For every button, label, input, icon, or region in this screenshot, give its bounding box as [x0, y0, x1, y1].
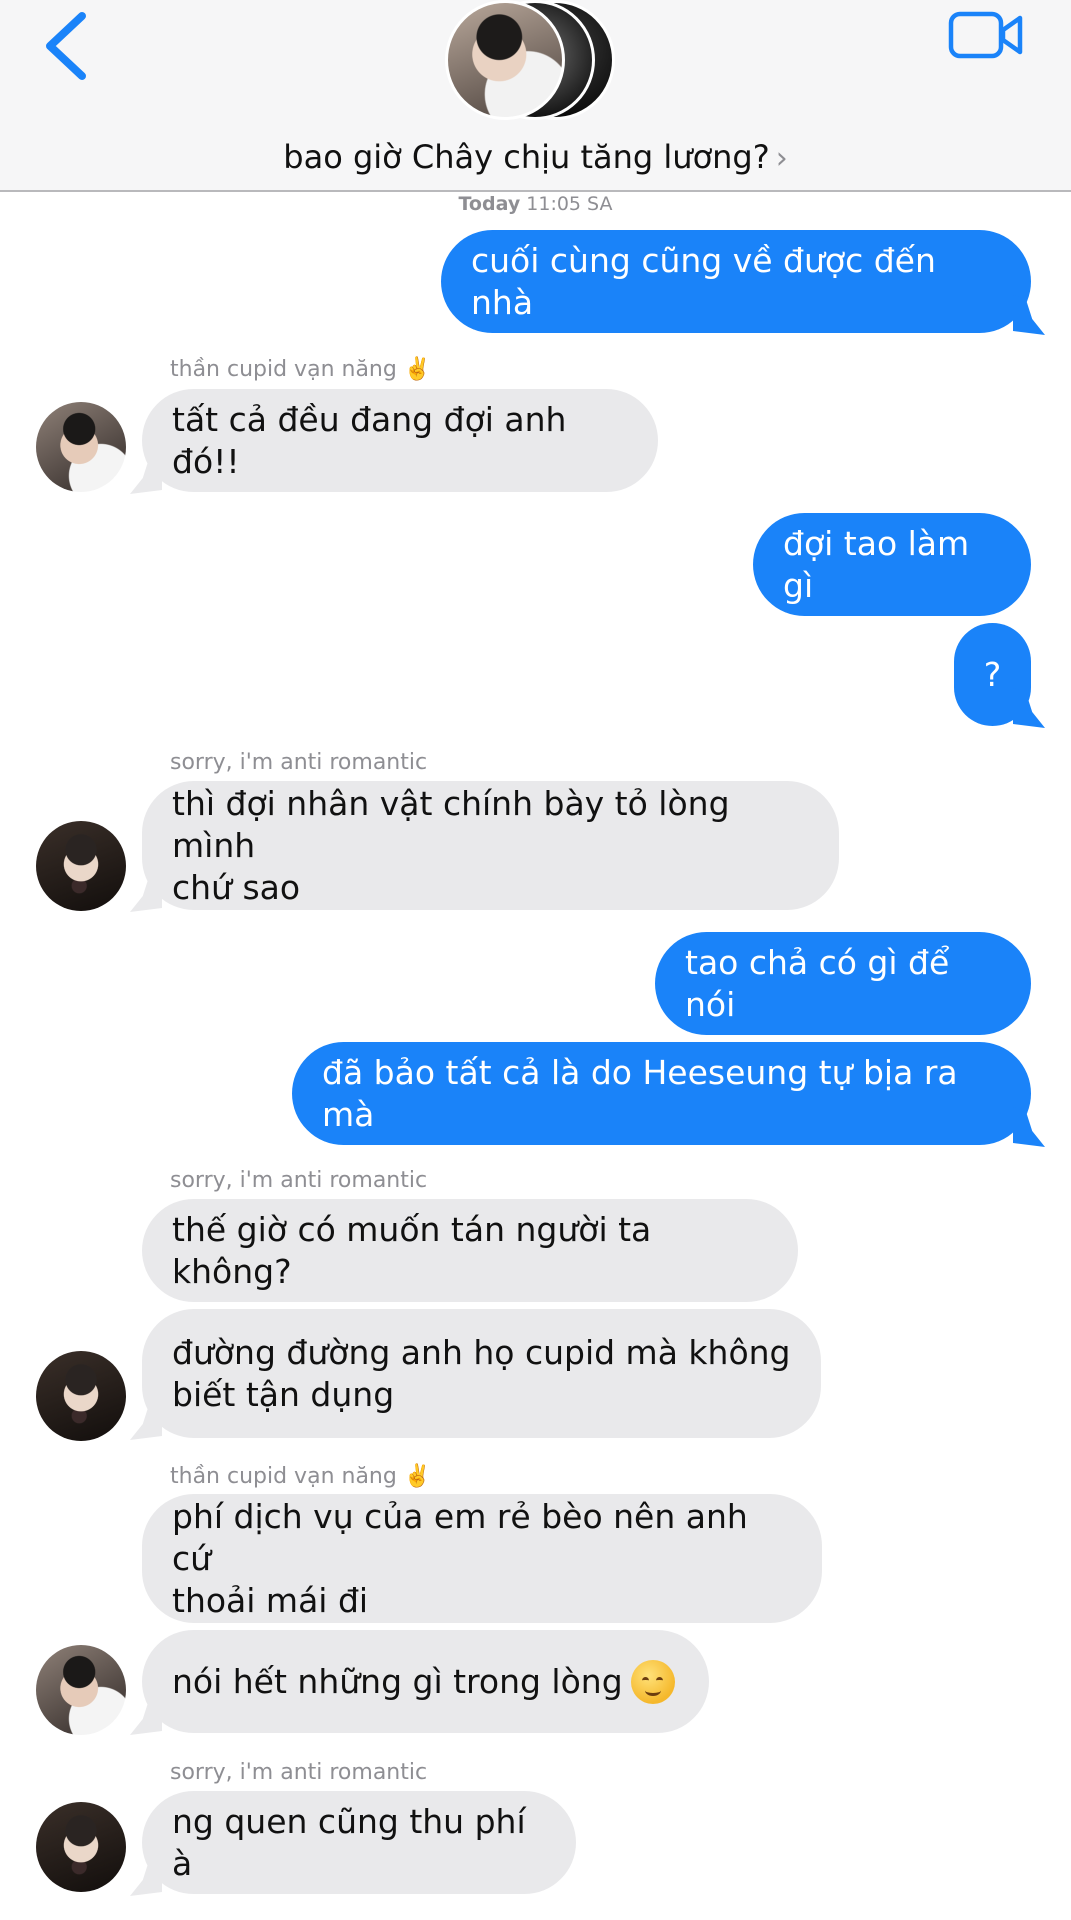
message-text: đã bảo tất cả là do Heeseung tự bịa ra m…: [322, 1052, 958, 1134]
incoming-message[interactable]: tất cả đều đang đợi anh đó!!: [142, 389, 658, 492]
bubble-tail: [1013, 1107, 1045, 1147]
group-avatar-1: [445, 0, 565, 120]
message-text: phí dịch vụ của em rẻ bèo nên anh cứ tho…: [172, 1496, 748, 1620]
sender-name: thần cupid vạn năng ✌️: [170, 357, 432, 382]
incoming-message[interactable]: đường đường anh họ cupid mà không biết t…: [142, 1309, 821, 1438]
message-text: đợi tao làm gì: [783, 523, 970, 605]
bubble-tail: [1013, 295, 1045, 335]
incoming-message[interactable]: phí dịch vụ của em rẻ bèo nên anh cứ tho…: [142, 1494, 822, 1623]
outgoing-message[interactable]: cuối cùng cũng về được đến nhà: [441, 230, 1031, 333]
outgoing-message[interactable]: đã bảo tất cả là do Heeseung tự bịa ra m…: [292, 1042, 1031, 1145]
hugging-face-emoji-icon: [630, 1659, 675, 1704]
message-text: thế giờ có muốn tán người ta không?: [172, 1209, 652, 1291]
message-text: ng quen cũng thu phí à: [172, 1801, 526, 1883]
message-text: nói hết những gì trong lòng: [172, 1661, 623, 1701]
group-avatars[interactable]: [445, 0, 625, 122]
avatar-anti[interactable]: [36, 1802, 126, 1892]
message-text: ?: [983, 654, 1002, 694]
avatar-cupid[interactable]: [36, 1645, 126, 1735]
timestamp-day: Today: [458, 193, 521, 215]
avatar-anti[interactable]: [36, 821, 126, 911]
sender-name: sorry, i'm anti romantic: [170, 750, 428, 775]
message-text: đường đường anh họ cupid mà không biết t…: [172, 1332, 791, 1414]
incoming-message[interactable]: thì đợi nhân vật chính bày tỏ lòng mình …: [142, 781, 839, 910]
message-text: cuối cùng cũng về được đến nhà: [471, 240, 936, 322]
outgoing-message[interactable]: tao chả có gì để nói: [655, 932, 1031, 1035]
conversation-header: bao giờ Chây chịu tăng lương? ›: [0, 0, 1071, 192]
message-timestamp: Today 11:05 SA: [0, 193, 1071, 215]
message-text: thì đợi nhân vật chính bày tỏ lòng mình …: [172, 783, 730, 907]
avatar-cupid[interactable]: [36, 402, 126, 492]
conversation-title-text: bao giờ Chây chịu tăng lương?: [283, 138, 770, 176]
incoming-message[interactable]: ng quen cũng thu phí à: [142, 1791, 576, 1894]
sender-name: sorry, i'm anti romantic: [170, 1168, 428, 1193]
back-chevron-icon[interactable]: [40, 8, 96, 84]
message-text: tao chả có gì để nói: [685, 942, 950, 1024]
incoming-message[interactable]: thế giờ có muốn tán người ta không?: [142, 1199, 798, 1302]
incoming-message[interactable]: nói hết những gì trong lòng: [142, 1630, 709, 1733]
avatar-anti[interactable]: [36, 1351, 126, 1441]
outgoing-message[interactable]: đợi tao làm gì: [753, 513, 1031, 616]
sender-name: thần cupid vạn năng ✌️: [170, 1464, 432, 1489]
sender-name: sorry, i'm anti romantic: [170, 1760, 428, 1785]
timestamp-time: 11:05 SA: [526, 193, 613, 215]
message-text: tất cả đều đang đợi anh đó!!: [172, 399, 567, 481]
chevron-right-icon: ›: [775, 141, 788, 176]
video-camera-icon[interactable]: [948, 10, 1024, 60]
conversation-title[interactable]: bao giờ Chây chịu tăng lương? ›: [0, 138, 1071, 176]
